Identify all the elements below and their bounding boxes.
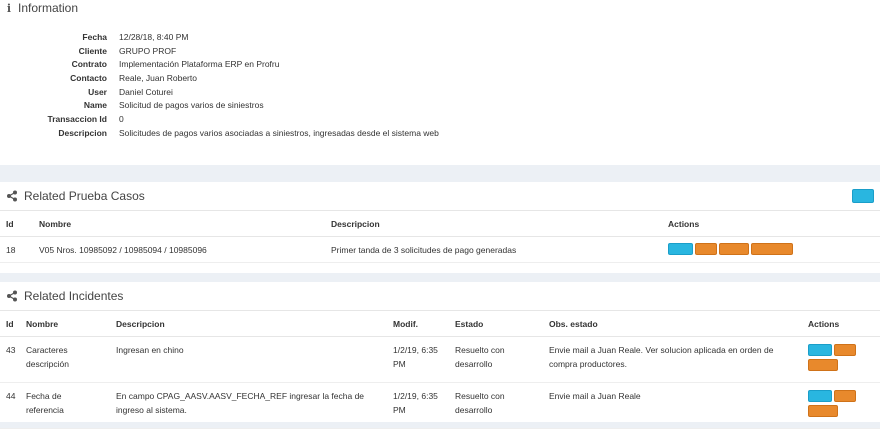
cell-nombre: Fecha de referencia (20, 382, 110, 429)
col-header-id[interactable]: Id (0, 310, 20, 337)
field-value: Reale, Juan Roberto (119, 72, 197, 83)
field-row-descripcion: Descripcion Solicitudes de pagos varios … (0, 126, 880, 140)
col-header-descripcion[interactable]: Descripcion (325, 210, 662, 237)
cell-modif: 1/2/19, 6:35 PM (387, 382, 449, 429)
incidentes-table: Id Nombre Descripcion Modif. Estado Obs.… (0, 310, 880, 429)
edit-button[interactable] (695, 243, 717, 255)
field-value: GRUPO PROF (119, 45, 177, 56)
field-label: Fecha (82, 31, 107, 42)
field-row-transaccion-id: Transaccion Id 0 (0, 112, 880, 126)
related-incidentes-panel: Related Incidentes Id Nombre Descripcion… (0, 282, 880, 429)
field-label: Descripcion (58, 127, 107, 138)
cell-id: 43 (0, 336, 20, 383)
field-label: Name (83, 100, 107, 111)
cell-descripcion: Primer tanda de 3 solicitudes de pago ge… (325, 236, 662, 263)
information-header: i Information (0, 0, 880, 16)
view-button[interactable] (808, 390, 832, 402)
col-header-nombre[interactable]: Nombre (20, 310, 110, 337)
table-header-row: Id Nombre Descripcion Modif. Estado Obs.… (0, 310, 880, 337)
col-header-actions: Actions (662, 210, 880, 237)
cell-descripcion: Ingresan en chino (110, 336, 387, 383)
related-prueba-casos-panel: Related Prueba Casos Id Nombre Descripci… (0, 182, 880, 273)
field-row-name: Name Solicitud de pagos varios de sinies… (0, 98, 880, 112)
col-header-id[interactable]: Id (0, 210, 33, 237)
col-header-estado[interactable]: Estado (449, 310, 543, 337)
table-row: 43 Caracteres descripción Ingresan en ch… (0, 336, 880, 383)
field-label: Contrato (71, 59, 107, 70)
share-icon (6, 190, 18, 202)
information-fields: Fecha 12/28/18, 8:40 PM Cliente GRUPO PR… (0, 30, 880, 140)
cell-id: 44 (0, 382, 20, 429)
cell-modif: 1/2/19, 6:35 PM (387, 336, 449, 383)
col-header-actions: Actions (802, 310, 880, 337)
col-header-nombre[interactable]: Nombre (33, 210, 325, 237)
field-row-cliente: Cliente GRUPO PROF (0, 44, 880, 58)
view-button[interactable] (808, 344, 832, 356)
table-header-row: Id Nombre Descripcion Actions (0, 210, 880, 237)
cell-actions (802, 382, 880, 429)
cell-id: 18 (0, 236, 33, 263)
field-row-contacto: Contacto Reale, Juan Roberto (0, 71, 880, 85)
table-row: 44 Fecha de referencia En campo CPAG_AAS… (0, 382, 880, 429)
information-title: Information (18, 1, 79, 15)
field-label: Contacto (70, 72, 107, 83)
delete-button[interactable] (751, 243, 793, 255)
cell-actions (662, 236, 880, 263)
cell-nombre: V05 Nros. 10985092 / 10985094 / 10985096 (33, 236, 325, 263)
field-value: Implementación Plataforma ERP en Profru (119, 59, 280, 70)
prueba-casos-table: Id Nombre Descripcion Actions 18 V05 Nro… (0, 210, 880, 263)
cell-estado: Resuelto con desarrollo (449, 382, 543, 429)
field-value: 12/28/18, 8:40 PM (119, 31, 189, 42)
cell-nombre: Caracteres descripción (20, 336, 110, 383)
add-prueba-caso-button[interactable] (852, 189, 874, 203)
field-row-user: User Daniel Coturei (0, 85, 880, 99)
delete-button[interactable] (808, 359, 838, 371)
cell-actions (802, 336, 880, 383)
incidentes-title: Related Incidentes (24, 289, 124, 303)
field-value: Solicitud de pagos varios de siniestros (119, 100, 264, 111)
view-button[interactable] (668, 243, 693, 255)
prueba-casos-header: Related Prueba Casos (0, 182, 880, 210)
cell-descripcion: En campo CPAG_AASV.AASV_FECHA_REF ingres… (110, 382, 387, 429)
col-header-obs-estado[interactable]: Obs. estado (543, 310, 802, 337)
edit-button[interactable] (834, 344, 856, 356)
table-row: 18 V05 Nros. 10985092 / 10985094 / 10985… (0, 236, 880, 263)
cell-obs-estado: Envie mail a Juan Reale (543, 382, 802, 429)
delete-button[interactable] (808, 405, 838, 417)
field-row-fecha: Fecha 12/28/18, 8:40 PM (0, 30, 880, 44)
field-value: Daniel Coturei (119, 86, 173, 97)
info-icon: i (6, 1, 12, 15)
field-row-contrato: Contrato Implementación Plataforma ERP e… (0, 57, 880, 71)
incidentes-header: Related Incidentes (0, 282, 880, 310)
field-label: User (88, 86, 107, 97)
action-button[interactable] (719, 243, 749, 255)
cell-estado: Resuelto con desarrollo (449, 336, 543, 383)
col-header-descripcion[interactable]: Descripcion (110, 310, 387, 337)
prueba-casos-title: Related Prueba Casos (24, 189, 145, 203)
information-panel: i Information Fecha 12/28/18, 8:40 PM Cl… (0, 0, 880, 165)
field-value: 0 (119, 113, 124, 124)
edit-button[interactable] (834, 390, 856, 402)
field-value: Solicitudes de pagos varios asociadas a … (119, 127, 439, 138)
field-label: Transaccion Id (47, 113, 107, 124)
field-label: Cliente (78, 45, 107, 56)
col-header-modif[interactable]: Modif. (387, 310, 449, 337)
share-icon (6, 290, 18, 302)
cell-obs-estado: Envie mail a Juan Reale. Ver solucion ap… (543, 336, 802, 383)
